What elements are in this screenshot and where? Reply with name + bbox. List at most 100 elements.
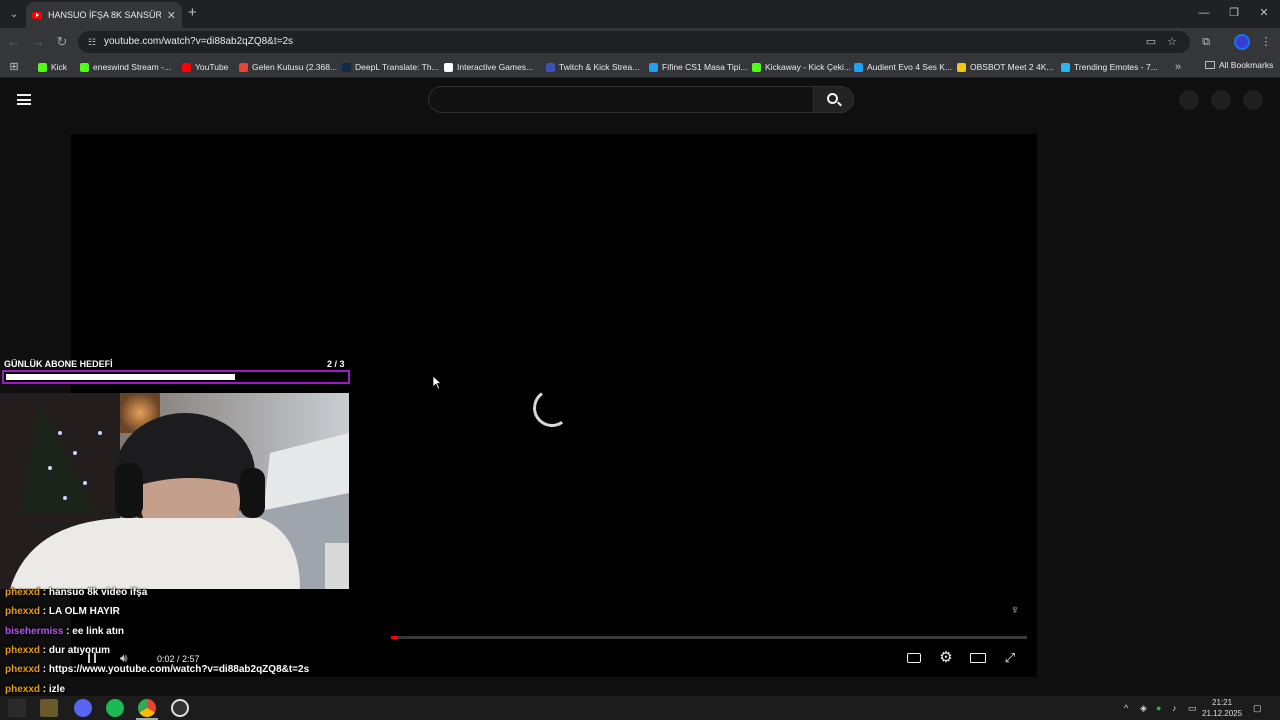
bookmark-label: Kickaway - Kick Çeki... — [765, 62, 851, 72]
tray-overflow-icon[interactable]: ^ — [1124, 702, 1128, 714]
chat-username: phexxd — [5, 683, 41, 695]
bookmark-favicon-icon — [38, 62, 47, 72]
bookmark-favicon-icon — [649, 62, 658, 72]
bookmark-item[interactable]: OBSBOT Meet 2 4K... — [957, 60, 1053, 74]
address-bar[interactable]: ☷ youtube.com/watch?v=di88ab2qZQ8&t=2s — [78, 31, 1190, 53]
bookmark-label: DeepL Translate: Th... — [355, 62, 439, 72]
chat-text: hansuo 8k video ifşa — [48, 587, 148, 598]
steam-tray-icon[interactable]: ◈ — [1140, 702, 1147, 714]
start-icon[interactable] — [8, 699, 26, 717]
bookmark-item[interactable]: Kickaway - Kick Çeki... — [752, 60, 851, 74]
bookmark-favicon-icon — [1061, 62, 1070, 72]
subscriber-goal-bar — [2, 370, 350, 384]
bookmark-favicon-icon — [182, 62, 191, 72]
settings-gear-icon[interactable]: ⚙ — [937, 650, 955, 666]
chat-username: phexxd — [5, 644, 41, 656]
chat-text: LA OLM HAYIR — [48, 606, 120, 618]
progress-played — [391, 636, 398, 639]
bookmark-label: Trending Emotes - 7... — [1074, 62, 1158, 72]
loading-spinner — [529, 385, 575, 431]
search-input[interactable] — [428, 86, 814, 113]
active-tab[interactable]: HANSUO İFŞA 8K SANSÜRSÜZ ✕ — [26, 2, 182, 28]
fullscreen-icon[interactable]: ⤢ — [1001, 650, 1019, 666]
subscriber-goal-fill — [6, 374, 236, 380]
bookmark-item[interactable]: Trending Emotes - 7... — [1061, 60, 1158, 74]
guide-menu-icon[interactable] — [17, 94, 31, 105]
bookmark-label: Interactive Games... — [457, 62, 534, 72]
back-icon[interactable]: ← — [6, 34, 22, 50]
search-button[interactable] — [813, 86, 854, 113]
chat-text: izle — [48, 683, 66, 695]
bookmark-favicon-icon — [957, 62, 966, 72]
windows-taskbar: ^ ◈ ● ♪ ▭ 21:21 21.12.2025 ▢ — [0, 696, 1280, 720]
bookmark-item[interactable]: Twitch & Kick Strea... — [546, 60, 639, 74]
bookmark-favicon-icon — [239, 62, 248, 72]
chat-separator: : — [40, 606, 49, 618]
bookmark-label: Kick — [51, 62, 68, 72]
file-explorer-icon[interactable] — [40, 699, 58, 717]
minimize-icon[interactable]: — — [1194, 4, 1214, 22]
discord-icon[interactable] — [74, 699, 92, 717]
bookmark-item[interactable]: Fifine CS1 Masa Tipi... — [649, 60, 748, 74]
bookmark-favicon-icon — [342, 62, 351, 72]
bookmark-favicon-icon — [752, 62, 761, 72]
bookmark-star-icon[interactable]: ☆ — [1164, 34, 1180, 50]
tab-close-icon[interactable]: ✕ — [167, 9, 176, 22]
bookmark-item[interactable]: eneswind Stream -... — [80, 60, 171, 74]
speaker-tray-icon[interactable]: ♪ — [1172, 702, 1177, 714]
webcam-image — [0, 393, 349, 589]
site-info-icon[interactable]: ☷ — [86, 36, 98, 48]
bookmark-favicon-icon — [444, 62, 453, 72]
bookmarks-overflow-icon[interactable]: » — [1170, 59, 1186, 75]
cast-icon[interactable]: ▭ — [1143, 34, 1159, 50]
chat-username: phexxd — [5, 664, 41, 676]
profile-avatar-icon[interactable] — [1234, 34, 1250, 50]
browser-tab-strip: ⌄ HANSUO İFŞA 8K SANSÜRSÜZ ✕ + — ❐ ✕ — [0, 0, 1280, 28]
mouse-cursor-icon — [433, 376, 441, 389]
bookmark-item[interactable]: Kick — [38, 60, 67, 74]
chat-separator: : — [40, 644, 49, 656]
restore-icon[interactable]: ❐ — [1224, 4, 1244, 22]
all-bookmarks-label: All Bookmarks — [1219, 60, 1274, 70]
bookmark-favicon-icon — [854, 62, 863, 72]
obs-icon[interactable] — [171, 699, 189, 717]
subtitles-icon[interactable] — [905, 650, 923, 666]
spotify-icon[interactable] — [106, 699, 124, 717]
reload-icon[interactable]: ↻ — [54, 34, 70, 50]
create-button-placeholder[interactable] — [1179, 90, 1199, 110]
bookmark-item[interactable]: Audient Evo 4 Ses K... — [854, 60, 952, 74]
all-bookmarks-button[interactable]: All Bookmarks — [1205, 60, 1273, 70]
bookmark-item[interactable]: Gelen Kutusu (2.368... — [239, 60, 337, 74]
bookmark-favicon-icon — [546, 62, 555, 72]
clock-time: 21:21 — [1212, 698, 1233, 707]
clock[interactable]: 21:21 21.12.2025 — [1202, 697, 1242, 719]
network-tray-icon[interactable]: ▭ — [1188, 702, 1197, 714]
bookmark-item[interactable]: DeepL Translate: Th... — [342, 60, 439, 74]
bookmark-label: YouTube — [195, 62, 229, 72]
chat-username: bisehermiss — [5, 625, 64, 637]
menu-kebab-icon[interactable]: ⋮ — [1258, 34, 1274, 50]
apps-grid-icon[interactable]: ⊞ — [6, 59, 22, 75]
account-avatar-placeholder[interactable] — [1243, 90, 1263, 110]
extensions-icon[interactable]: ⧉ — [1198, 34, 1214, 50]
chrome-icon[interactable] — [138, 699, 156, 717]
forward-icon[interactable]: → — [30, 34, 46, 50]
notifications-icon[interactable]: ▢ — [1253, 702, 1262, 714]
bookmark-label: Audient Evo 4 Ses K... — [867, 62, 953, 72]
progress-bar[interactable] — [391, 636, 1027, 639]
new-tab-icon[interactable]: + — [188, 5, 197, 21]
theater-mode-icon[interactable] — [969, 650, 987, 666]
bookmark-item[interactable]: Interactive Games... — [444, 60, 533, 74]
chat-separator: : — [40, 664, 49, 676]
chat-text: dur atıyorum — [48, 644, 111, 656]
tab-search-icon[interactable]: ⌄ — [4, 4, 24, 24]
bookmark-label: eneswind Stream -... — [93, 62, 171, 72]
bookmark-item[interactable]: YouTube — [182, 60, 228, 74]
subscriber-goal-count: 2 / 3 — [327, 359, 345, 369]
chat-separator: : — [40, 683, 49, 695]
notifications-button-placeholder[interactable] — [1211, 90, 1231, 110]
close-window-icon[interactable]: ✕ — [1254, 4, 1274, 22]
bookmark-label: Twitch & Kick Strea... — [559, 62, 640, 72]
spotify-tray-icon[interactable]: ● — [1156, 702, 1161, 714]
channel-watermark-icon[interactable]: ♆ — [1006, 602, 1024, 618]
